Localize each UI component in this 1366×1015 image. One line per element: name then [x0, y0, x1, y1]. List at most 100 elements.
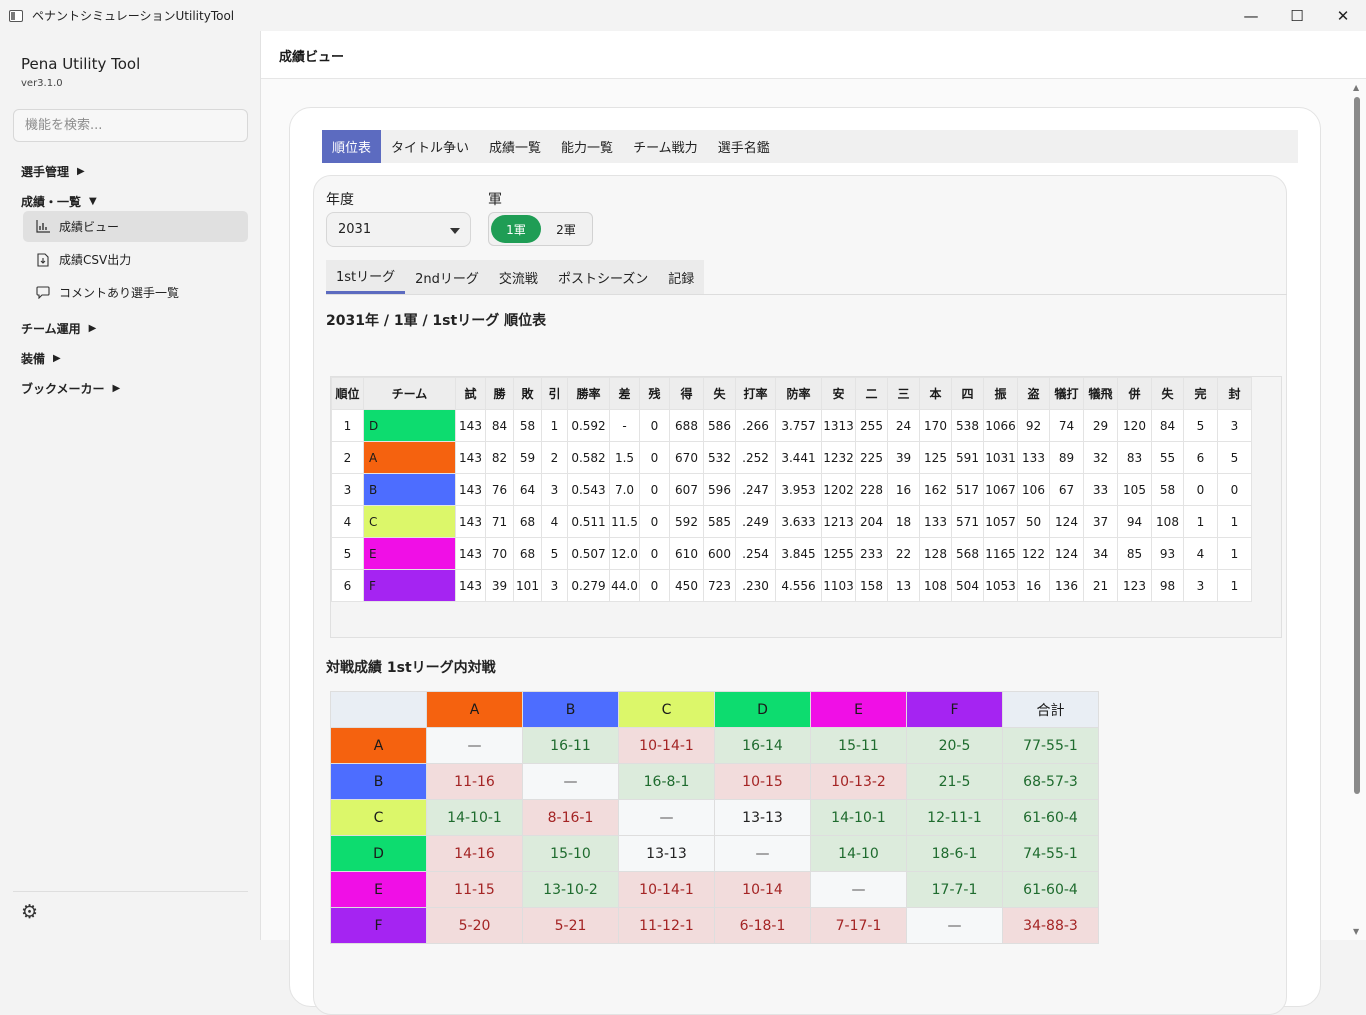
team-cell: C — [363, 505, 456, 538]
vs-total-cell: 68-57-3 — [1002, 763, 1099, 800]
standings-col-header[interactable]: 盗 — [1017, 377, 1050, 410]
standings-col-header[interactable]: 失 — [1151, 377, 1184, 410]
subtab-records[interactable]: 記録 — [658, 260, 704, 294]
standings-col-header[interactable]: 本 — [919, 377, 952, 410]
standings-col-header[interactable]: 振 — [983, 377, 1018, 410]
nav-group-team-ops[interactable]: チーム運用 ▶ — [21, 320, 96, 337]
tab-stats-list[interactable]: 成績一覧 — [479, 130, 551, 163]
standings-col-header[interactable]: 敗 — [513, 377, 542, 410]
sidebar-item-stats-view[interactable]: 成績ビュー — [23, 211, 248, 242]
standings-table: 順位 チーム試勝敗引勝率差残得失打率 防率安二三本四振盗犠打 犠飛併失完封 1 D 143… — [331, 377, 1252, 602]
vs-cell: 18-6-1 — [906, 835, 1003, 872]
tab-standings[interactable]: 順位表 — [322, 130, 382, 163]
nav-group-stats[interactable]: 成績・一覧 ▼ — [21, 193, 97, 210]
tab-team-strength[interactable]: チーム戦力 — [623, 130, 708, 163]
maximize-button[interactable]: ☐ — [1274, 0, 1320, 31]
scroll-down-icon[interactable]: ▼ — [1353, 927, 1359, 936]
table-row: 4 C 143 71 68 4 0.511 11.5 0 592 585.249 3.633 1213 2… — [331, 505, 1252, 538]
minimize-button[interactable]: — — [1228, 0, 1274, 31]
table-cell: 5 — [1217, 441, 1252, 474]
standings-col-header[interactable]: 二 — [855, 377, 888, 410]
nav-group-player-management[interactable]: 選手管理 ▶ — [21, 163, 85, 180]
chevron-right-icon: ▶ — [112, 383, 121, 394]
standings-col-header[interactable]: 四 — [951, 377, 984, 410]
subtab-1st-league[interactable]: 1stリーグ — [326, 260, 406, 294]
year-select[interactable]: 2031 — [326, 212, 471, 247]
table-cell: 688 — [669, 409, 704, 442]
scroll-up-icon[interactable]: ▲ — [1353, 83, 1359, 92]
table-cell: 29 — [1083, 409, 1118, 442]
search-input[interactable] — [13, 109, 248, 142]
table-cell: 16 — [1017, 569, 1050, 602]
standings-col-header[interactable]: 差 — [609, 377, 640, 410]
sidebar-item-stats-csv[interactable]: 成績CSV出力 — [23, 244, 248, 275]
table-cell: 228 — [855, 473, 888, 506]
scrollbar-thumb[interactable] — [1354, 97, 1360, 794]
table-row: B 11-16—16-8-1 10-15 10-13-2 21-5 68-57-3 — [330, 763, 1099, 800]
standings-col-header[interactable]: 引 — [541, 377, 568, 410]
page-header: 成績ビュー — [261, 31, 1366, 79]
team-cell: D — [363, 409, 456, 442]
standings-col-header[interactable]: 防率 — [775, 377, 822, 410]
table-cell: 143 — [455, 505, 486, 538]
standings-col-header[interactable]: 勝率 — [567, 377, 610, 410]
sidebar-item-comment-players[interactable]: コメントあり選手一覧 — [23, 277, 248, 308]
standings-col-header[interactable]: 得 — [669, 377, 704, 410]
table-row: 5 E 143 70 68 5 0.507 12.0 0 610 600.254 3.845 1255 2… — [331, 537, 1252, 570]
tab-title-race[interactable]: タイトル争い — [381, 130, 479, 163]
standings-col-header[interactable]: 順位 — [331, 377, 364, 410]
table-cell: 3.953 — [775, 473, 822, 506]
subtab-postseason[interactable]: ポストシーズン — [548, 260, 658, 294]
standings-col-header[interactable]: 打率 — [735, 377, 776, 410]
subtab-interleague[interactable]: 交流戦 — [489, 260, 548, 294]
squad-first-button[interactable]: 1軍 — [491, 215, 541, 243]
table-cell: 723 — [703, 569, 736, 602]
nav-group-bookmaker[interactable]: ブックメーカー ▶ — [21, 380, 120, 397]
standings-col-header[interactable]: 勝 — [485, 377, 514, 410]
standings-col-header[interactable]: チーム — [363, 377, 456, 410]
table-cell: 50 — [1017, 505, 1050, 538]
gear-icon[interactable]: ⚙ — [21, 901, 38, 923]
table-cell: 1 — [1217, 537, 1252, 570]
tab-player-directory[interactable]: 選手名鑑 — [708, 130, 780, 163]
subtab-2nd-league[interactable]: 2ndリーグ — [405, 260, 489, 294]
table-cell: 591 — [951, 441, 984, 474]
team-cell: A — [363, 441, 456, 474]
vs-cell: 10-15 — [714, 763, 811, 800]
standings-col-header[interactable]: 三 — [887, 377, 920, 410]
standings-header-row: 順位 チーム試勝敗引勝率差残得失打率 防率安二三本四振盗犠打 犠飛併失完封 — [331, 377, 1252, 410]
table-cell: 136 — [1049, 569, 1084, 602]
standings-col-header[interactable]: 残 — [639, 377, 670, 410]
table-row: C 14-10-1 8-16-1—13-13 14-10-1 12-11-1 61-60-… — [330, 799, 1099, 836]
standings-col-header[interactable]: 犠飛 — [1083, 377, 1118, 410]
table-cell: 84 — [1151, 409, 1184, 442]
table-cell: 538 — [951, 409, 984, 442]
chevron-down-icon — [450, 228, 460, 234]
tab-ability-list[interactable]: 能力一覧 — [551, 130, 623, 163]
standings-col-header[interactable]: 併 — [1117, 377, 1152, 410]
table-cell: 108 — [1151, 505, 1184, 538]
close-button[interactable]: ✕ — [1320, 0, 1366, 31]
squad-second-button[interactable]: 2軍 — [541, 215, 591, 243]
table-cell: 571 — [951, 505, 984, 538]
vertical-scrollbar[interactable]: ▲ ▼ — [1348, 79, 1366, 940]
nav-group-equipment[interactable]: 装備 ▶ — [21, 350, 61, 367]
table-cell: 39 — [485, 569, 514, 602]
table-cell: 143 — [455, 569, 486, 602]
table-cell: 0 — [1217, 473, 1252, 506]
table-cell: 2 — [331, 441, 364, 474]
standings-col-header[interactable]: 完 — [1183, 377, 1218, 410]
table-cell: 4 — [331, 505, 364, 538]
table-cell: 0 — [639, 505, 670, 538]
table-row: 2 A 143 82 59 2 0.582 1.5 0 670 532.252 3.441 1232 22… — [331, 441, 1252, 474]
standings-col-header[interactable]: 試 — [455, 377, 486, 410]
vs-cell: — — [522, 763, 619, 800]
table-cell: 105 — [1117, 473, 1152, 506]
standings-col-header[interactable]: 失 — [703, 377, 736, 410]
standings-col-header[interactable]: 犠打 — [1049, 377, 1084, 410]
table-row: 6 F 143 39 101 3 0.279 44.0 0 450 723.230 4.556 1103… — [331, 569, 1252, 602]
table-cell: 122 — [1017, 537, 1050, 570]
standings-col-header[interactable]: 封 — [1217, 377, 1252, 410]
vs-cell: 14-16 — [426, 835, 523, 872]
standings-col-header[interactable]: 安 — [821, 377, 856, 410]
